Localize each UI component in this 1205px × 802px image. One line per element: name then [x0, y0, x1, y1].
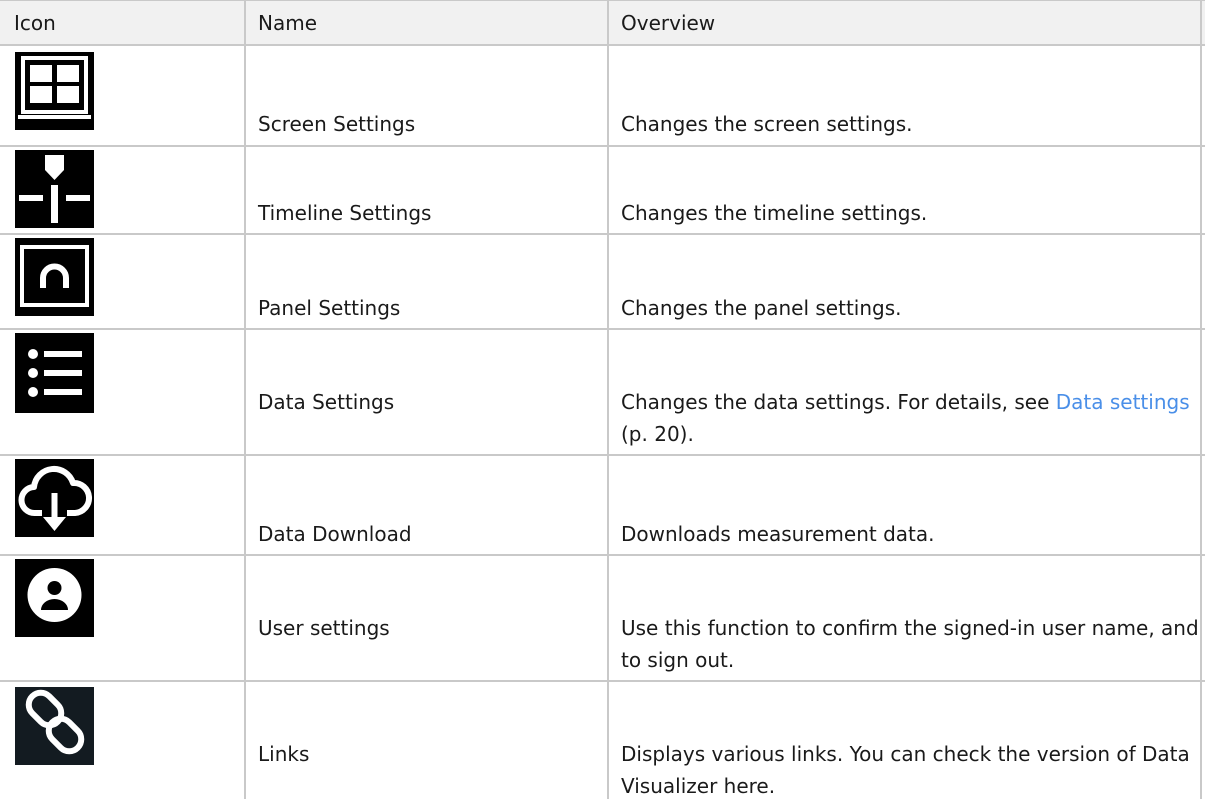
panel-settings-icon — [15, 238, 94, 316]
timeline-settings-icon — [15, 150, 94, 228]
table-header — [0, 0, 1205, 46]
row-overview: Downloads measurement data. — [621, 522, 935, 546]
row-divider — [0, 554, 1205, 556]
row-name: Panel Settings — [258, 296, 401, 320]
row-divider — [0, 680, 1205, 682]
row-overview: Changes the panel settings. — [621, 296, 902, 320]
row-overview: Changes the screen settings. — [621, 112, 913, 136]
screen-settings-icon — [15, 52, 94, 130]
row-name: Links — [258, 742, 310, 766]
overview-suffix: (p. 20). — [621, 422, 694, 446]
row-name: Data Download — [258, 522, 412, 546]
row-divider — [0, 328, 1205, 330]
row-divider — [0, 145, 1205, 147]
header-overview: Overview — [621, 11, 716, 35]
data-settings-icon — [15, 333, 94, 413]
row-name: Timeline Settings — [258, 201, 432, 225]
user-settings-icon — [15, 559, 94, 637]
row-name: Screen Settings — [258, 112, 416, 136]
row-divider — [0, 454, 1205, 456]
header-name: Name — [258, 11, 318, 35]
row-divider — [0, 233, 1205, 235]
links-icon — [15, 687, 94, 765]
row-overview: Displays various links. You can check th… — [621, 742, 1190, 798]
row-overview: Use this function to confirm the signed-… — [621, 616, 1199, 672]
row-overview: Changes the data settings. For details, … — [621, 386, 1201, 450]
overview-text: Changes the data settings. For details, … — [621, 390, 1056, 414]
data-settings-link[interactable]: Data settings — [1056, 390, 1190, 414]
data-download-icon — [15, 459, 94, 537]
row-name: User settings — [258, 616, 390, 640]
row-overview: Changes the timeline settings. — [621, 201, 928, 225]
row-name: Data Settings — [258, 390, 395, 414]
header-icon: Icon — [14, 11, 56, 35]
